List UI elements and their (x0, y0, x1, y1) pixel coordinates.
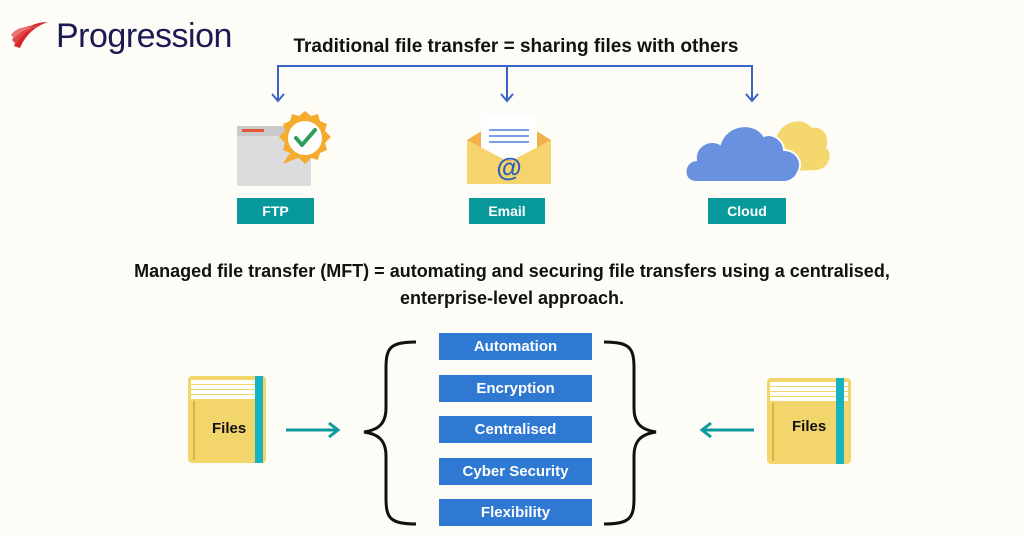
arrow-left-icon (699, 421, 754, 439)
ftp-window-badge-icon (237, 111, 331, 186)
svg-text:@: @ (496, 152, 521, 182)
connector-bracket (277, 65, 753, 101)
feature-encryption: Encryption (439, 375, 592, 402)
files-label-right: Files (792, 418, 827, 435)
cloud-icon (684, 121, 830, 183)
left-brace (363, 340, 417, 526)
label-cloud: Cloud (708, 198, 786, 224)
feature-centralised: Centralised (439, 416, 592, 443)
mft-heading-line2: enterprise-level approach. (399, 288, 625, 308)
envelope-at-icon: @ (467, 114, 551, 184)
right-brace (603, 340, 657, 526)
label-ftp: FTP (237, 198, 314, 224)
arrow-right-icon (286, 421, 341, 439)
feature-flexibility: Flexibility (439, 499, 592, 526)
label-email: Email (469, 198, 545, 224)
feature-cyber-security: Cyber Security (439, 458, 592, 485)
files-label-left: Files (212, 420, 247, 437)
mft-heading-line1: Managed file transfer (MFT) = automating… (134, 261, 890, 281)
connector-lines (271, 65, 759, 103)
feature-automation: Automation (439, 333, 592, 360)
mft-heading: Managed file transfer (MFT) = automating… (0, 258, 1024, 312)
